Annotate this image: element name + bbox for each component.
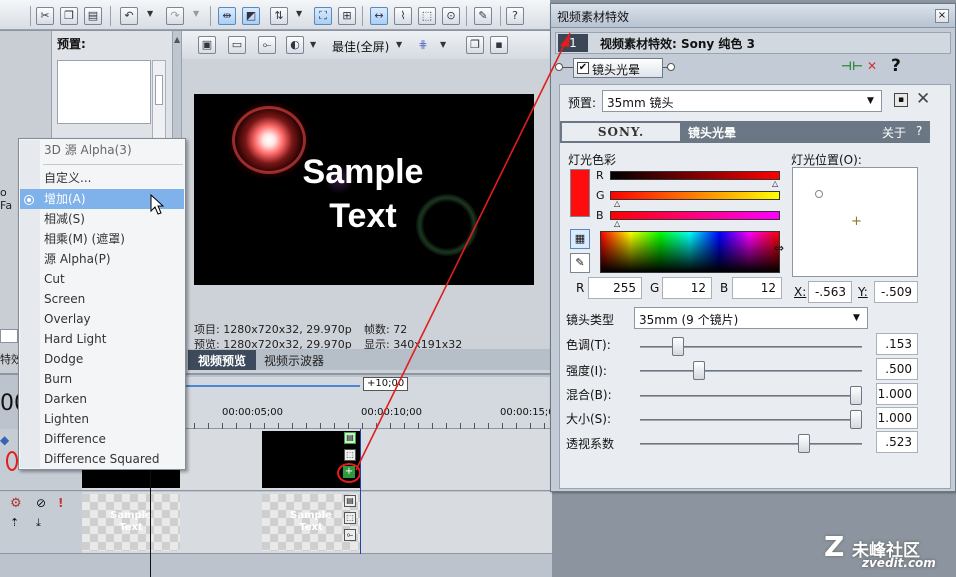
- watermark-line2: zvedit.com: [862, 556, 936, 570]
- watermark: Z 未峰社区 zvedit.com: [822, 530, 954, 574]
- watermark-logo-icon: Z: [824, 530, 845, 563]
- annotation-arrow: [355, 32, 571, 471]
